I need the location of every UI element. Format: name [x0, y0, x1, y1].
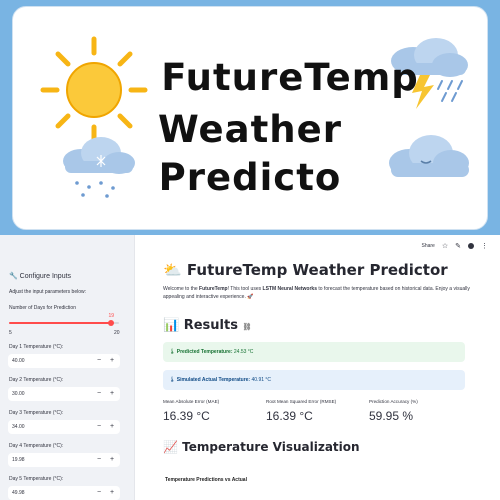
sidebar-heading: 🔧 Configure Inputs: [9, 273, 72, 280]
decrement-button[interactable]: −: [94, 488, 104, 498]
main-content: Share ☆ ✎ ⋮ ⛅ FutureTemp Weather Predict…: [135, 235, 500, 500]
star-icon[interactable]: ☆: [442, 242, 448, 250]
day-5-label: Day 5 Temperature (°C):: [9, 476, 64, 482]
day-1-value: 40.00: [12, 358, 25, 364]
results-heading: 📊 Results ⛓: [163, 318, 252, 333]
day-4-value: 19.98: [12, 457, 25, 463]
streamlit-app: 🔧 Configure Inputs Adjust the input para…: [0, 235, 500, 500]
slider-fill: [9, 322, 112, 324]
day-1-label: Day 1 Temperature (°C):: [9, 344, 64, 350]
rmse-value: 16.39 °C: [266, 409, 313, 423]
day-4-label: Day 4 Temperature (°C):: [9, 443, 64, 449]
link-icon[interactable]: ⛓: [242, 323, 251, 331]
banner-background: FutureTemp Weather Predicto: [0, 0, 500, 235]
slider-value: 19: [108, 313, 115, 319]
mae-label: Mean Absolute Error (MAE): [163, 399, 220, 404]
day-3-temperature-input[interactable]: 34.00 − +: [8, 420, 120, 434]
decrement-button[interactable]: −: [94, 455, 104, 465]
bar-chart-icon: 📊: [163, 318, 180, 333]
increment-button[interactable]: +: [107, 389, 117, 399]
day-2-label: Day 2 Temperature (°C):: [9, 377, 64, 383]
accuracy-label: Prediction Accuracy (%): [369, 399, 418, 404]
day-3-value: 34.00: [12, 424, 25, 430]
day-5-temperature-input[interactable]: 49.98 − +: [8, 486, 120, 500]
day-2-value: 30.00: [12, 391, 25, 397]
visualization-heading: 📈 Temperature Visualization: [163, 440, 360, 454]
thermometer-icon: 🌡: [169, 377, 176, 383]
more-menu-icon[interactable]: ⋮: [481, 242, 488, 250]
increment-button[interactable]: +: [107, 356, 117, 366]
intro-text: Welcome to the FutureTemp! This tool use…: [163, 286, 470, 300]
day-2-temperature-input[interactable]: 30.00 − +: [8, 387, 120, 401]
slider-thumb[interactable]: [108, 320, 115, 326]
slider-min: 5: [9, 330, 12, 336]
banner-title-line-1: FutureTemp: [161, 56, 419, 99]
predicted-temperature-alert: 🌡 Predicted Temperature: 24.53 °C: [163, 342, 465, 362]
sun-cloud-icon: ⛅: [163, 261, 182, 279]
mae-value: 16.39 °C: [163, 409, 210, 423]
sidebar: 🔧 Configure Inputs Adjust the input para…: [0, 235, 135, 500]
increment-button[interactable]: +: [107, 455, 117, 465]
day-1-temperature-input[interactable]: 40.00 − +: [8, 354, 120, 368]
edit-icon[interactable]: ✎: [455, 242, 461, 250]
slider-label: Number of Days for Prediction: [9, 305, 76, 311]
chart-title: Temperature Predictions vs Actual: [165, 477, 247, 483]
accuracy-value: 59.95 %: [369, 409, 414, 423]
increment-button[interactable]: +: [107, 488, 117, 498]
thermometer-icon: 🌡: [169, 349, 176, 355]
share-button[interactable]: Share: [422, 243, 435, 249]
increment-button[interactable]: +: [107, 422, 117, 432]
github-icon[interactable]: [468, 243, 474, 249]
rmse-label: Root Mean Squared Error (RMSE): [266, 399, 337, 404]
banner-image: FutureTemp Weather Predicto: [12, 6, 488, 230]
banner-title-line-2: Weather: [158, 108, 342, 151]
banner-title-line-3: Predicto: [158, 156, 342, 199]
day-4-temperature-input[interactable]: 19.98 − +: [8, 453, 120, 467]
decrement-button[interactable]: −: [94, 422, 104, 432]
decrement-button[interactable]: −: [94, 389, 104, 399]
app-toolbar: Share ☆ ✎ ⋮: [422, 242, 488, 250]
actual-temperature-alert: 🌡 Simulated Actual Temperature: 40.91 °C: [163, 370, 465, 390]
line-chart-icon: 📈: [163, 440, 178, 454]
slider-max: 20: [114, 330, 120, 336]
page-title: ⛅ FutureTemp Weather Predictor: [163, 261, 448, 279]
wrench-icon: 🔧: [9, 273, 18, 280]
sidebar-subheading: Adjust the input parameters below:: [9, 289, 86, 295]
day-5-value: 49.98: [12, 490, 25, 496]
decrement-button[interactable]: −: [94, 356, 104, 366]
days-slider[interactable]: 19: [9, 313, 119, 329]
day-3-label: Day 3 Temperature (°C):: [9, 410, 64, 416]
